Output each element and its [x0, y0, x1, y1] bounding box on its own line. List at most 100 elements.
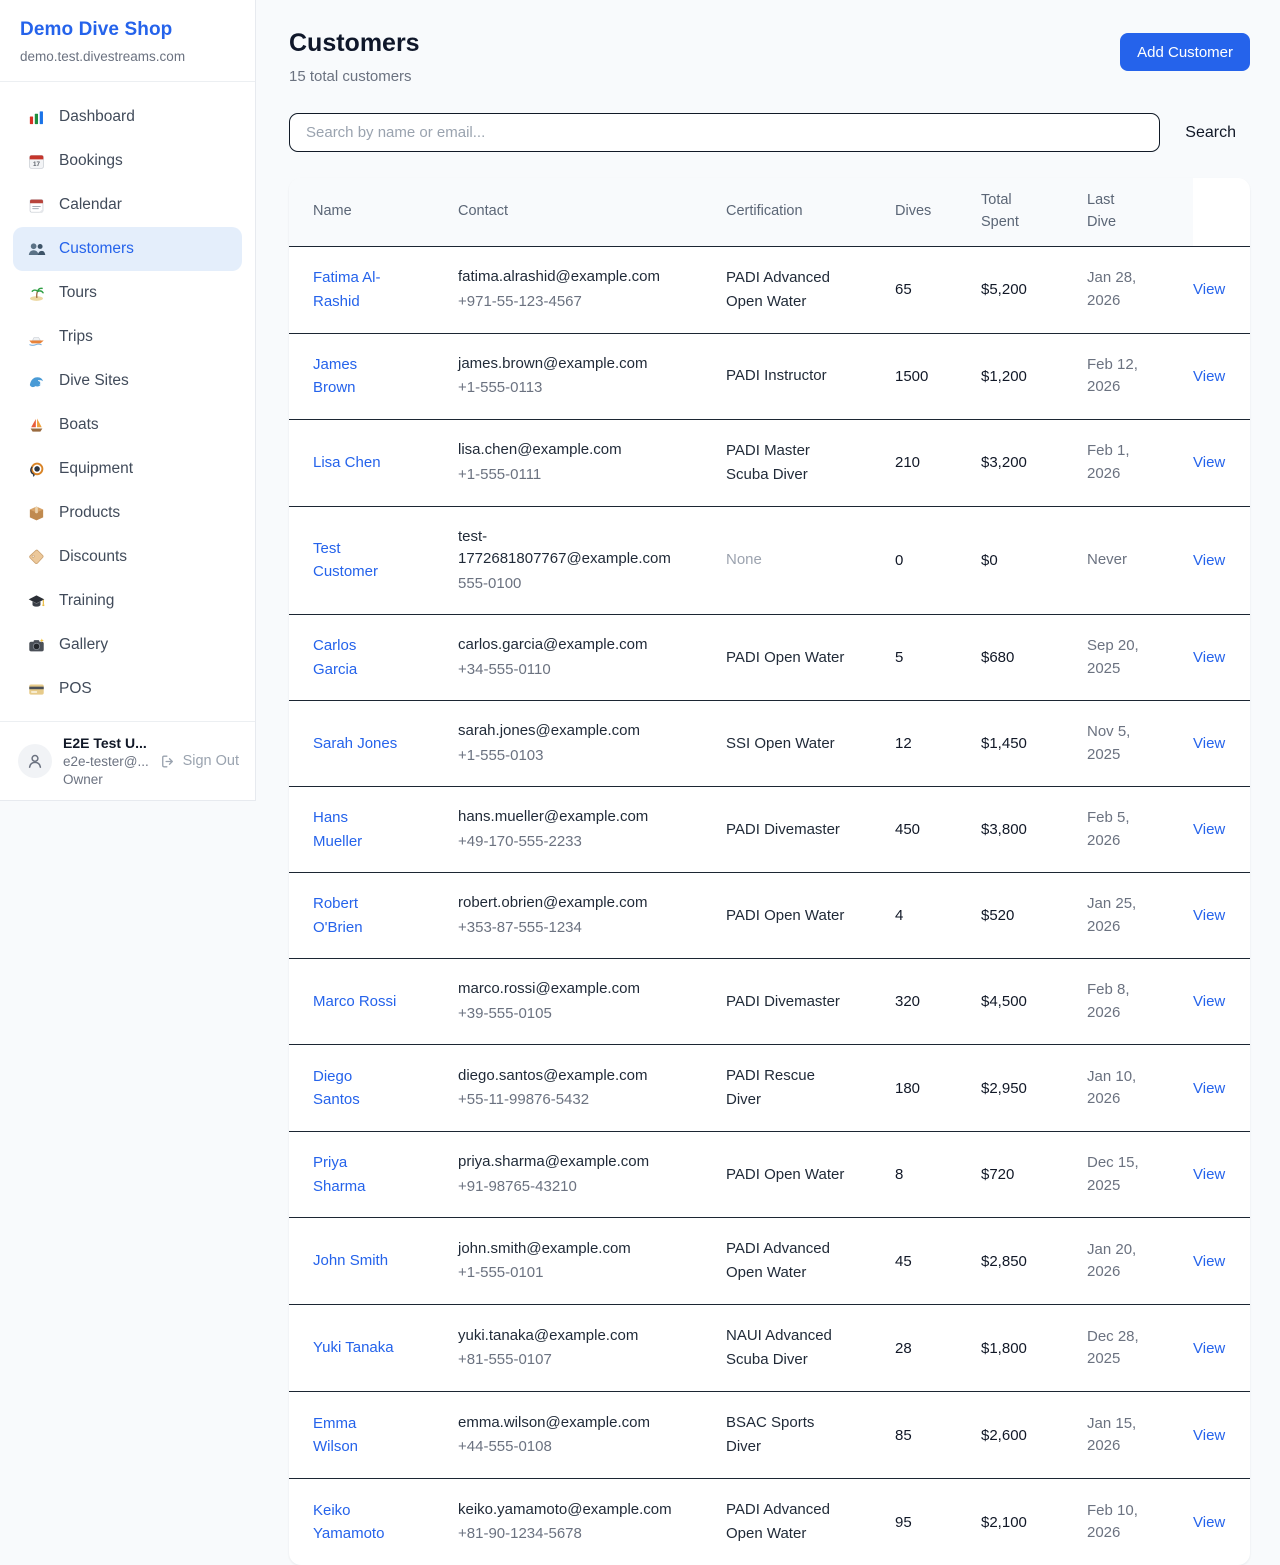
table-row: Diego Santos diego.santos@example.com +5…	[289, 1045, 1250, 1132]
certification-value: PADI Divemaster	[726, 818, 848, 842]
customer-name-link[interactable]: Priya Sharma	[313, 1151, 401, 1198]
contact-cell: hans.mueller@example.com +49-170-555-223…	[458, 787, 726, 873]
contact-cell: keiko.yamamoto@example.com +81-90-1234-5…	[458, 1479, 726, 1565]
customer-name-link[interactable]: Carlos Garcia	[313, 634, 401, 681]
customer-name-link[interactable]: John Smith	[313, 1249, 401, 1272]
sign-out-button[interactable]: Sign Out	[159, 753, 239, 770]
sidebar-item-boats[interactable]: Boats	[13, 403, 242, 447]
customer-phone: +34-555-0110	[458, 659, 718, 682]
sidebar-item-calendar[interactable]: Calendar	[13, 183, 242, 227]
view-link[interactable]: View	[1193, 907, 1225, 924]
sidebar-item-dashboard[interactable]: Dashboard	[13, 95, 242, 139]
view-link[interactable]: View	[1193, 281, 1225, 298]
sidebar-item-pos[interactable]: POS	[13, 667, 242, 711]
name-cell: Hans Mueller	[289, 787, 458, 873]
sidebar-item-training[interactable]: Training	[13, 579, 242, 623]
sign-out-label: Sign Out	[183, 753, 239, 769]
view-link[interactable]: View	[1193, 454, 1225, 471]
customer-email: test-1772681807767@example.com	[458, 526, 692, 571]
certification-value: PADI Advanced Open Water	[726, 1498, 848, 1546]
customer-name-link[interactable]: Diego Santos	[313, 1065, 401, 1112]
name-cell: Lisa Chen	[289, 419, 458, 506]
view-link[interactable]: View	[1193, 552, 1225, 569]
contact-cell: fatima.alrashid@example.com +971-55-123-…	[458, 246, 726, 333]
customer-name-link[interactable]: James Brown	[313, 353, 401, 400]
dives-cell: 95	[895, 1479, 981, 1565]
sidebar-item-equipment[interactable]: Equipment	[13, 447, 242, 491]
view-link[interactable]: View	[1193, 1166, 1225, 1183]
customer-email: james.brown@example.com	[458, 353, 692, 376]
view-link[interactable]: View	[1193, 1427, 1225, 1444]
last-dive-cell: Sep 20, 2025	[1087, 615, 1193, 701]
view-link[interactable]: View	[1193, 735, 1225, 752]
certification-value: PADI Open Water	[726, 646, 848, 670]
customer-email: keiko.yamamoto@example.com	[458, 1499, 692, 1522]
view-cell: View	[1193, 615, 1250, 701]
dives-cell: 180	[895, 1045, 981, 1132]
page-header: Customers 15 total customers Add Custome…	[289, 28, 1250, 85]
customer-name-link[interactable]: Marco Rossi	[313, 990, 401, 1013]
sidebar-item-discounts[interactable]: Discounts	[13, 535, 242, 579]
view-link[interactable]: View	[1193, 368, 1225, 385]
name-cell: Diego Santos	[289, 1045, 458, 1132]
search-input[interactable]	[289, 113, 1160, 152]
view-link[interactable]: View	[1193, 1340, 1225, 1357]
view-cell: View	[1193, 333, 1250, 419]
view-link[interactable]: View	[1193, 1514, 1225, 1531]
sidebar-item-trips[interactable]: Trips	[13, 315, 242, 359]
customer-name-link[interactable]: Fatima Al-Rashid	[313, 266, 401, 313]
view-link[interactable]: View	[1193, 1253, 1225, 1270]
contact-cell: diego.santos@example.com +55-11-99876-54…	[458, 1045, 726, 1132]
certification-cell: PADI Open Water	[726, 615, 895, 701]
sidebar-item-products[interactable]: Products	[13, 491, 242, 535]
customer-name-link[interactable]: Test Customer	[313, 537, 401, 584]
customer-name-link[interactable]: Robert O'Brien	[313, 892, 401, 939]
contact-cell: james.brown@example.com +1-555-0113	[458, 333, 726, 419]
add-customer-button[interactable]: Add Customer	[1120, 33, 1250, 71]
view-link[interactable]: View	[1193, 821, 1225, 838]
sidebar-item-customers[interactable]: Customers	[13, 227, 242, 271]
dives-cell: 5	[895, 615, 981, 701]
name-cell: Marco Rossi	[289, 959, 458, 1045]
name-cell: Fatima Al-Rashid	[289, 246, 458, 333]
last-dive-value: Dec 15, 2025	[1087, 1152, 1149, 1197]
customer-phone: +39-555-0105	[458, 1003, 718, 1026]
customer-name-link[interactable]: Hans Mueller	[313, 806, 401, 853]
customer-name-link[interactable]: Keiko Yamamoto	[313, 1499, 401, 1546]
sidebar-item-label: Discounts	[59, 548, 127, 566]
certification-cell: PADI Divemaster	[726, 787, 895, 873]
certification-cell: PADI Master Scuba Diver	[726, 419, 895, 506]
customer-email: hans.mueller@example.com	[458, 806, 692, 829]
customer-name-link[interactable]: Emma Wilson	[313, 1412, 401, 1459]
dives-cell: 450	[895, 787, 981, 873]
customer-email: marco.rossi@example.com	[458, 978, 692, 1001]
customer-name-link[interactable]: Yuki Tanaka	[313, 1336, 401, 1359]
certification-cell: PADI Advanced Open Water	[726, 1479, 895, 1565]
last-dive-cell: Feb 10, 2026	[1087, 1479, 1193, 1565]
certification-cell: NAUI Advanced Scuba Diver	[726, 1305, 895, 1392]
certification-value: PADI Open Water	[726, 904, 848, 928]
certification-value: PADI Master Scuba Diver	[726, 439, 848, 487]
sidebar-item-bookings[interactable]: Bookings	[13, 139, 242, 183]
view-cell: View	[1193, 1392, 1250, 1479]
view-cell: View	[1193, 1479, 1250, 1565]
view-link[interactable]: View	[1193, 1080, 1225, 1097]
customer-email: fatima.alrashid@example.com	[458, 266, 692, 289]
sidebar-header: Demo Dive Shop demo.test.divestreams.com	[0, 0, 255, 82]
search-button[interactable]: Search	[1171, 124, 1250, 142]
sidebar-item-dive-sites[interactable]: Dive Sites	[13, 359, 242, 403]
view-link[interactable]: View	[1193, 649, 1225, 666]
last-dive-value: Nov 5, 2025	[1087, 721, 1149, 766]
sidebar-item-gallery[interactable]: Gallery	[13, 623, 242, 667]
calendar-17-icon	[27, 152, 46, 171]
contact-cell: emma.wilson@example.com +44-555-0108	[458, 1392, 726, 1479]
sidebar-item-tours[interactable]: Tours	[13, 271, 242, 315]
customer-name-link[interactable]: Sarah Jones	[313, 732, 401, 755]
customer-name-link[interactable]: Lisa Chen	[313, 451, 401, 474]
user-email: e2e-tester@...	[63, 754, 148, 769]
package-icon	[27, 504, 46, 523]
view-link[interactable]: View	[1193, 993, 1225, 1010]
last-dive-cell: Jan 25, 2026	[1087, 873, 1193, 959]
credit-card-icon	[27, 680, 46, 699]
user-name: E2E Test U...	[63, 735, 148, 751]
